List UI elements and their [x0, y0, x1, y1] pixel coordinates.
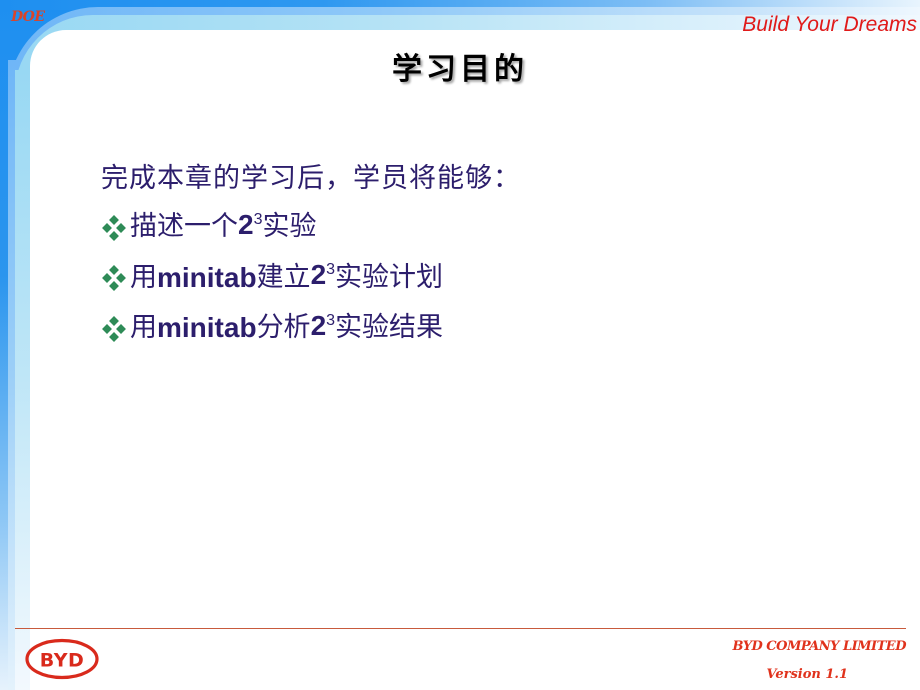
bullet-text-segment: 23 — [310, 309, 336, 341]
diamond-bullet-icon — [102, 214, 126, 241]
bullet-text-segment: 用 — [130, 312, 157, 343]
bullet-text-segment: minitab — [157, 312, 257, 343]
version-label: Version 1.1 — [766, 667, 848, 682]
slide-content-area — [30, 30, 920, 690]
bullet-text-segment: 23 — [238, 208, 263, 240]
byd-logo-text: BYD — [40, 650, 84, 672]
section-label: DOE — [11, 9, 45, 25]
bullet-text-segment: 分析 — [256, 312, 311, 343]
bullet-item: 用 minitab 分析 23 实验结果 — [101, 303, 521, 354]
intro-text: 完成本章的学习后，学员将能够： — [101, 163, 521, 194]
slide-title: 学习目的 — [392, 52, 528, 87]
superscript: 3 — [253, 210, 263, 228]
diamond-bullet-icon — [102, 315, 126, 342]
bullet-item: 用 minitab 建立 23 实验计划 — [101, 252, 521, 303]
brand-tagline: Build Your Dreams — [742, 13, 917, 36]
frame-inner-band-left — [15, 70, 30, 690]
bullet-text-segment: 实验计划 — [335, 261, 444, 293]
superscript: 3 — [326, 261, 336, 278]
company-name: BYD COMPANY LIMITED — [732, 639, 906, 654]
byd-logo: BYD — [25, 638, 99, 680]
bullet-text-segment: 用 — [130, 261, 157, 293]
superscript: 3 — [326, 311, 336, 329]
bullet-text-segment: 23 — [310, 259, 336, 290]
bullet-text-segment: 建立 — [256, 261, 311, 293]
bullet-text-segment: 实验结果 — [335, 312, 444, 343]
bullet-item: 描述一个 23 实验 — [101, 202, 521, 253]
diamond-bullet-icon — [102, 265, 126, 292]
bullet-list: 描述一个 23 实验用 minitab 建立 23 实验计划用 minitab 分析 23 实验结果 — [101, 202, 521, 354]
bullet-text-segment: 实验 — [262, 211, 317, 242]
bullet-text-segment: minitab — [157, 261, 257, 293]
bullet-text-segment: 描述一个 — [130, 211, 238, 242]
slide-body: 完成本章的学习后，学员将能够： 描述一个 23 实验用 minitab 建立 23 实验计划… — [101, 156, 521, 353]
footer-divider — [15, 628, 906, 629]
